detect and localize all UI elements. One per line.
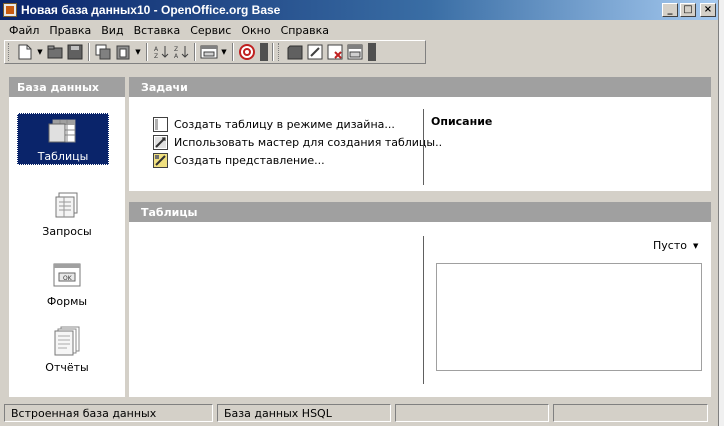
svg-text:Z: Z	[174, 46, 178, 53]
status-bar: Встроенная база данных База данных HSQL	[4, 404, 716, 422]
svg-text:Z: Z	[154, 53, 158, 60]
svg-text:A: A	[154, 46, 159, 53]
svg-text:OK: OK	[63, 275, 73, 282]
menu-help[interactable]: Справка	[276, 24, 334, 37]
sidebar-item-label: Формы	[46, 295, 88, 308]
task-label: Использовать мастер для создания таблицы…	[174, 135, 443, 149]
maximize-button[interactable]: □	[680, 3, 696, 17]
database-window: База данных Таблицы Запросы OK Формы Отч…	[4, 72, 716, 400]
close-button[interactable]: ×	[700, 3, 716, 17]
form-dropdown-icon[interactable]: ▼	[220, 43, 228, 61]
openoffice-base-icon	[3, 3, 17, 17]
sidebar-item-label: Запросы	[42, 225, 92, 238]
toolbar-grip[interactable]	[8, 43, 11, 61]
status-db-type: База данных HSQL	[217, 404, 391, 422]
sidebar-item-queries[interactable]: Запросы	[9, 189, 125, 251]
help-icon[interactable]	[238, 43, 256, 61]
new-document-icon[interactable]	[16, 43, 34, 61]
task-create-view[interactable]: Создать представление...	[153, 151, 442, 169]
new-dropdown-icon[interactable]: ▼	[36, 43, 44, 61]
toolbar-separator	[232, 43, 234, 61]
tables-divider	[423, 236, 424, 384]
preview-mode-select[interactable]: Пусто ▼	[653, 239, 698, 252]
copy-icon[interactable]	[94, 43, 112, 61]
queries-icon	[51, 189, 83, 221]
database-sidebar: База данных Таблицы Запросы OK Формы Отч…	[9, 77, 125, 397]
tasks-header: Задачи	[129, 77, 711, 97]
toolbar-overflow-icon[interactable]	[368, 43, 376, 61]
window-title: Новая база данных10 - OpenOffice.org Bas…	[21, 3, 281, 17]
toolbar-separator	[146, 43, 148, 61]
menu-insert[interactable]: Вставка	[129, 24, 186, 37]
preview-mode-label: Пусто	[653, 239, 687, 252]
status-field-4	[553, 404, 708, 422]
tasks-panel: Задачи Создать таблицу в режиме дизайна.…	[129, 77, 711, 191]
standard-toolbar: ▼ ▼ AZ ZA ▼	[4, 40, 426, 64]
task-list: Создать таблицу в режиме дизайна... Испо…	[153, 115, 442, 169]
paste-icon[interactable]	[114, 43, 132, 61]
tables-panel: Таблицы Пусто ▼	[129, 202, 711, 397]
tables-icon	[47, 118, 79, 150]
database-object-icon[interactable]	[286, 43, 304, 61]
edit-icon[interactable]	[306, 43, 324, 61]
status-embedded-db: Встроенная база данных	[4, 404, 213, 422]
reports-icon	[51, 325, 83, 357]
sidebar-item-forms[interactable]: OK Формы	[9, 259, 125, 321]
minimize-button[interactable]: _	[662, 3, 678, 17]
menu-tools[interactable]: Сервис	[185, 24, 236, 37]
menu-file[interactable]: Файл	[4, 24, 44, 37]
status-field-3	[395, 404, 549, 422]
menu-window[interactable]: Окно	[236, 24, 275, 37]
preview-area	[436, 263, 702, 371]
menu-bar: Файл Правка Вид Вставка Сервис Окно Спра…	[0, 21, 718, 39]
task-create-table-design[interactable]: Создать таблицу в режиме дизайна...	[153, 115, 442, 133]
sidebar-header: База данных	[9, 77, 125, 97]
sort-descending-icon[interactable]: ZA	[172, 43, 190, 61]
toolbar-separator	[194, 43, 196, 61]
save-icon[interactable]	[66, 43, 84, 61]
paste-dropdown-icon[interactable]: ▼	[134, 43, 142, 61]
background-window-edge	[718, 0, 724, 426]
sidebar-item-reports[interactable]: Отчёты	[9, 325, 125, 387]
toolbar-separator	[272, 43, 274, 61]
sidebar-item-label: Отчёты	[45, 361, 89, 374]
table-wizard-icon	[153, 134, 168, 150]
tables-list[interactable]	[129, 222, 419, 397]
sidebar-item-label: Таблицы	[37, 150, 89, 163]
design-table-icon	[153, 116, 168, 132]
chevron-down-icon: ▼	[692, 241, 699, 250]
form-icon[interactable]	[200, 43, 218, 61]
task-table-wizard[interactable]: Использовать мастер для создания таблицы…	[153, 133, 442, 151]
forms-icon: OK	[51, 259, 83, 291]
toolbar-separator	[88, 43, 90, 61]
menu-view[interactable]: Вид	[96, 24, 128, 37]
window-controls: _ □ ×	[662, 3, 716, 17]
task-label: Создать представление...	[174, 153, 325, 167]
create-view-icon	[153, 152, 168, 168]
sidebar-item-tables[interactable]: Таблицы	[17, 113, 109, 165]
toolbar-overflow-icon[interactable]	[260, 43, 268, 61]
description-title: Описание	[431, 115, 493, 128]
open-icon[interactable]	[46, 43, 64, 61]
tasks-divider	[423, 109, 424, 185]
tables-header: Таблицы	[129, 202, 711, 222]
sort-ascending-icon[interactable]: AZ	[152, 43, 170, 61]
delete-icon[interactable]	[326, 43, 344, 61]
rename-icon[interactable]	[346, 43, 364, 61]
task-label: Создать таблицу в режиме дизайна...	[174, 117, 395, 131]
svg-text:A: A	[174, 53, 179, 60]
toolbar-grip[interactable]	[278, 43, 281, 61]
menu-edit[interactable]: Правка	[44, 24, 96, 37]
title-bar: Новая база данных10 - OpenOffice.org Bas…	[0, 0, 718, 20]
